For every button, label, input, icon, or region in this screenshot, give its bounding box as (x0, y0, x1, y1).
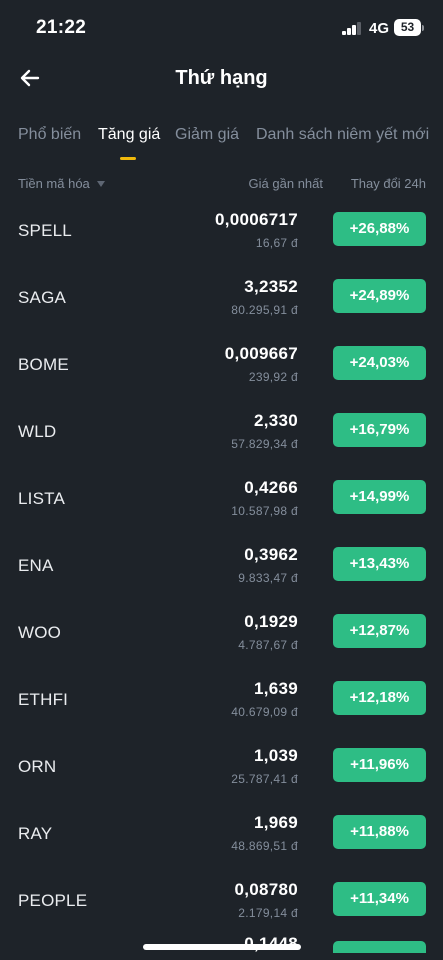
fiat-price: 9.833,47 đ (238, 571, 298, 585)
status-time: 21:22 (36, 17, 87, 38)
tab-gainers[interactable]: Tăng giá (98, 126, 160, 144)
change-badge[interactable]: +12,87% (333, 614, 426, 648)
coin-symbol: BOME (18, 355, 69, 374)
list-item[interactable]: WLD 2,330 57.829,34 đ +16,79% (0, 398, 443, 465)
network-type: 4G (369, 20, 390, 37)
coin-symbol: ORN (18, 757, 57, 776)
coin-symbol: ENA (18, 556, 54, 575)
last-price: 0,3962 (244, 545, 298, 564)
coin-symbol: WLD (18, 422, 57, 441)
coin-symbol: ETHFI (18, 690, 69, 709)
coin-symbol: WOO (18, 623, 62, 642)
change-badge[interactable]: +11,34% (333, 882, 426, 916)
change-badge[interactable]: +14,99% (333, 480, 426, 514)
tab-popular[interactable]: Phổ biến (18, 126, 81, 144)
coin-symbol: PEOPLE (18, 891, 88, 910)
tab-bar: Phổ biến Tăng giá Giảm giá Danh sách niê… (0, 126, 443, 166)
list-item[interactable]: BOME 0,009667 239,92 đ +24,03% (0, 331, 443, 398)
change-badge[interactable]: +11,96% (333, 748, 426, 782)
last-price: 1,639 (253, 679, 298, 698)
fiat-price: 4.787,67 đ (238, 638, 298, 652)
coin-symbol: RAY (18, 824, 53, 843)
battery-tip (422, 25, 424, 31)
last-price: 0,009667 (224, 344, 298, 363)
sort-down-icon[interactable] (97, 181, 105, 187)
column-header-change[interactable]: Thay đổi 24h (351, 176, 426, 191)
page-title: Thứ hạng (175, 67, 268, 89)
list-item[interactable]: ETHFI 1,639 40.679,09 đ +12,18% (0, 666, 443, 733)
list-item[interactable]: SAGA 3,2352 80.295,91 đ +24,89% (0, 264, 443, 331)
active-tab-indicator (120, 157, 136, 160)
list-item[interactable]: ENA 0,3962 9.833,47 đ +13,43% (0, 532, 443, 599)
last-price: 0,4266 (244, 478, 298, 497)
column-headers: Tiền mã hóa Giá gần nhất Thay đổi 24h (0, 176, 443, 196)
fiat-price: 10.587,98 đ (231, 504, 298, 518)
last-price: 0,0006717 (214, 210, 298, 229)
coin-symbol: LISTA (18, 489, 65, 508)
change-badge[interactable]: +16,79% (333, 413, 426, 447)
tab-new-listings[interactable]: Danh sách niêm yết mới (256, 126, 429, 144)
ranking-list: SPELL 0,0006717 16,67 đ +26,88% SAGA 3,2… (0, 197, 443, 954)
fiat-price: 16,67 đ (255, 236, 298, 250)
last-price: 1,969 (253, 813, 298, 832)
fiat-price: 48.869,51 đ (231, 839, 298, 853)
last-price: 0,1929 (244, 612, 298, 631)
column-header-coin[interactable]: Tiền mã hóa (18, 176, 90, 191)
list-item[interactable]: PEOPLE 0,08780 2.179,14 đ +11,34% (0, 867, 443, 934)
home-indicator[interactable] (143, 944, 301, 950)
tab-losers[interactable]: Giảm giá (175, 126, 239, 144)
last-price: 1,039 (253, 746, 298, 765)
change-badge[interactable]: +26,88% (333, 212, 426, 246)
change-badge[interactable]: +24,89% (333, 279, 426, 313)
fiat-price: 40.679,09 đ (231, 705, 298, 719)
header: Thứ hạng (0, 56, 443, 106)
coin-symbol: SAGA (18, 288, 67, 307)
change-badge[interactable] (333, 941, 426, 953)
status-bar: 21:22 4G 53 (0, 0, 443, 56)
change-badge[interactable]: +11,88% (333, 815, 426, 849)
list-item[interactable]: RAY 1,969 48.869,51 đ +11,88% (0, 800, 443, 867)
fiat-price: 80.295,91 đ (231, 303, 298, 317)
fiat-price: 2.179,14 đ (238, 906, 298, 920)
cellular-signal-icon (342, 21, 362, 35)
list-item[interactable]: LISTA 0,4266 10.587,98 đ +14,99% (0, 465, 443, 532)
change-badge[interactable]: +13,43% (333, 547, 426, 581)
last-price: 0,08780 (234, 880, 298, 899)
last-price: 2,330 (253, 411, 298, 430)
list-item[interactable]: ORN 1,039 25.787,41 đ +11,96% (0, 733, 443, 800)
column-header-price[interactable]: Giá gần nhất (249, 176, 323, 191)
fiat-price: 239,92 đ (248, 370, 298, 384)
change-badge[interactable]: +24,03% (333, 346, 426, 380)
fiat-price: 57.829,34 đ (231, 437, 298, 451)
coin-symbol: SPELL (18, 221, 72, 240)
list-item[interactable]: SPELL 0,0006717 16,67 đ +26,88% (0, 197, 443, 264)
list-item[interactable]: WOO 0,1929 4.787,67 đ +12,87% (0, 599, 443, 666)
fiat-price: 25.787,41 đ (231, 772, 298, 786)
battery-icon: 53 (394, 19, 421, 36)
last-price: 3,2352 (244, 277, 298, 296)
change-badge[interactable]: +12,18% (333, 681, 426, 715)
